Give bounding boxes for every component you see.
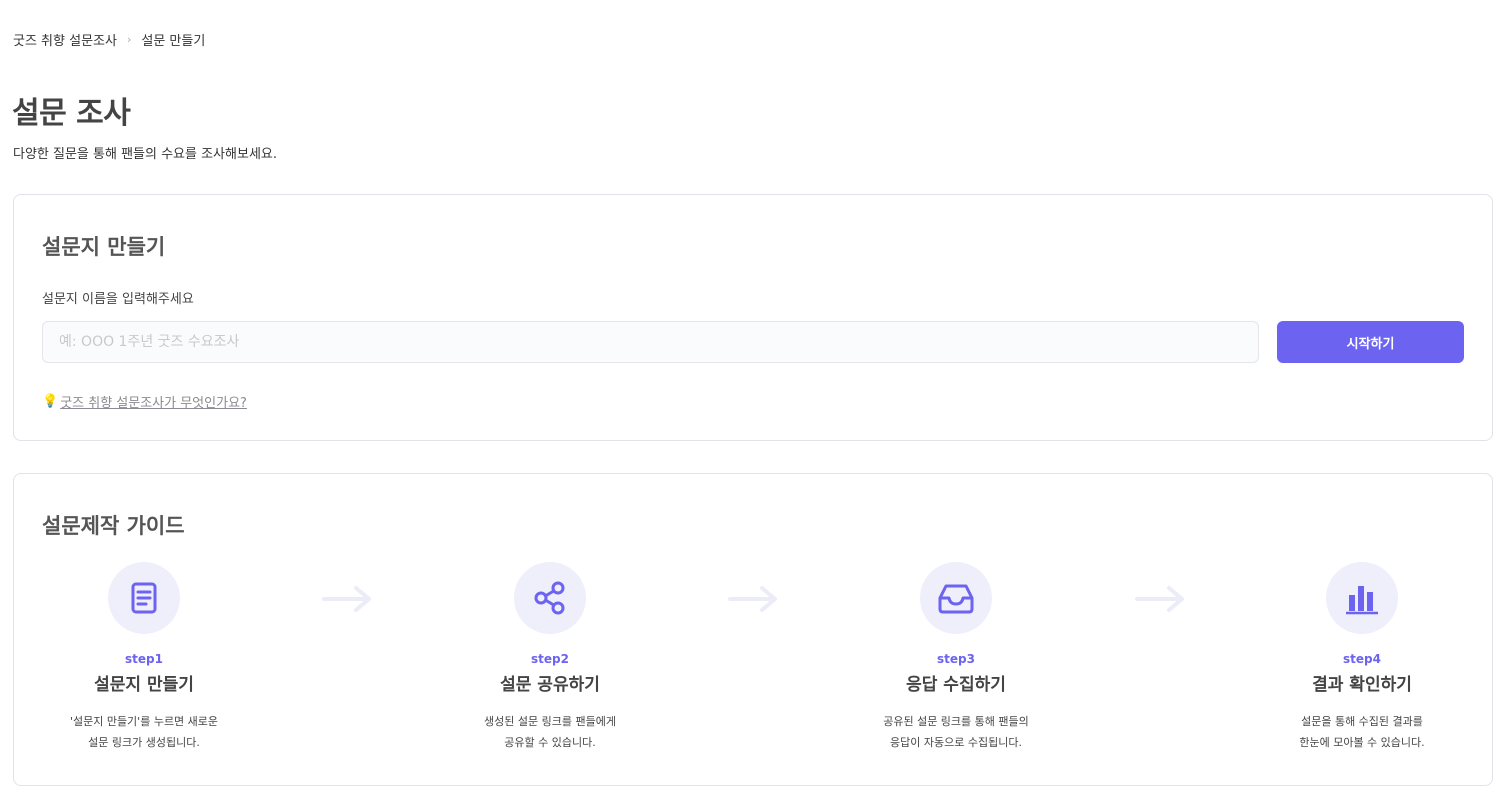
inbox-icon: [938, 584, 974, 614]
create-survey-card: 설문지 만들기 설문지 이름을 입력해주세요 시작하기 💡 굿즈 취향 설문조사…: [13, 194, 1493, 441]
step-icon-circle: [514, 562, 586, 634]
arrow-right-icon: [728, 586, 777, 612]
step-title: 설문지 만들기: [94, 675, 194, 695]
survey-name-label: 설문지 이름을 입력해주세요: [42, 292, 194, 307]
start-button[interactable]: 시작하기: [1277, 321, 1464, 363]
step-description: 생성된 설문 링크를 팬들에게 공유할 수 있습니다.: [420, 711, 680, 753]
step-icon-circle: [1326, 562, 1398, 634]
step-icon-circle: [920, 562, 992, 634]
step-description-line: 공유된 설문 링크를 통해 팬들의: [883, 715, 1029, 728]
step-number: step1: [125, 652, 163, 666]
help-link[interactable]: 굿즈 취향 설문조사가 무엇인가요?: [60, 392, 247, 411]
arrow-right-icon: [1135, 586, 1184, 612]
share-icon: [534, 581, 565, 615]
guide-step-2: step2 설문 공유하기 생성된 설문 링크를 팬들에게 공유할 수 있습니다…: [420, 562, 680, 753]
step-description: 설문을 통해 수집된 결과를 한눈에 모아볼 수 있습니다.: [1232, 711, 1492, 753]
step-description-line: 응답이 자동으로 수집됩니다.: [890, 736, 1022, 749]
document-icon: [131, 582, 157, 614]
lightbulb-icon: 💡: [42, 394, 59, 409]
step-description-line: 한눈에 모아볼 수 있습니다.: [1299, 736, 1425, 749]
create-survey-title: 설문지 만들기: [42, 235, 166, 259]
page-subtitle: 다양한 질문을 통해 팬들의 수요를 조사해보세요.: [13, 147, 277, 162]
step-description-line: 생성된 설문 링크를 팬들에게: [484, 715, 616, 728]
page-title: 설문 조사: [12, 96, 131, 131]
step-number: step2: [531, 652, 569, 666]
step-title: 설문 공유하기: [500, 675, 600, 695]
guide-step-4: step4 결과 확인하기 설문을 통해 수집된 결과를 한눈에 모아볼 수 있…: [1232, 562, 1492, 753]
guide-step-3: step3 응답 수집하기 공유된 설문 링크를 통해 팬들의 응답이 자동으로…: [826, 562, 1086, 753]
step-title: 결과 확인하기: [1312, 675, 1412, 695]
step-description-line: 공유할 수 있습니다.: [504, 736, 596, 749]
step-title: 응답 수집하기: [906, 675, 1006, 695]
breadcrumb-current: 설문 만들기: [141, 34, 206, 49]
survey-name-input[interactable]: [42, 321, 1259, 363]
breadcrumb-parent[interactable]: 굿즈 취향 설문조사: [13, 30, 117, 49]
bar-chart-icon: [1346, 586, 1378, 615]
step-description: 공유된 설문 링크를 통해 팬들의 응답이 자동으로 수집됩니다.: [826, 711, 1086, 753]
guide-card: 설문제작 가이드 step1 설문지 만들기 '설문지 만들기'를 누르면 새로…: [13, 473, 1493, 786]
step-description-line: '설문지 만들기'를 누르면 새로운: [69, 715, 219, 728]
step-number: step3: [937, 652, 975, 666]
guide-title: 설문제작 가이드: [42, 514, 185, 538]
step-description-line: 설문 링크가 생성됩니다.: [88, 736, 200, 749]
arrow-right-icon: [322, 586, 371, 612]
guide-step-1: step1 설문지 만들기 '설문지 만들기'를 누르면 새로운 설문 링크가 …: [14, 562, 274, 753]
step-number: step4: [1343, 652, 1381, 666]
breadcrumb: 굿즈 취향 설문조사 › 설문 만들기: [13, 30, 205, 49]
step-icon-circle: [108, 562, 180, 634]
step-description-line: 설문을 통해 수집된 결과를: [1301, 715, 1423, 728]
step-description: '설문지 만들기'를 누르면 새로운 설문 링크가 생성됩니다.: [14, 711, 274, 753]
chevron-right-icon: ›: [126, 33, 132, 46]
help-link-row: 💡 굿즈 취향 설문조사가 무엇인가요?: [42, 392, 247, 411]
